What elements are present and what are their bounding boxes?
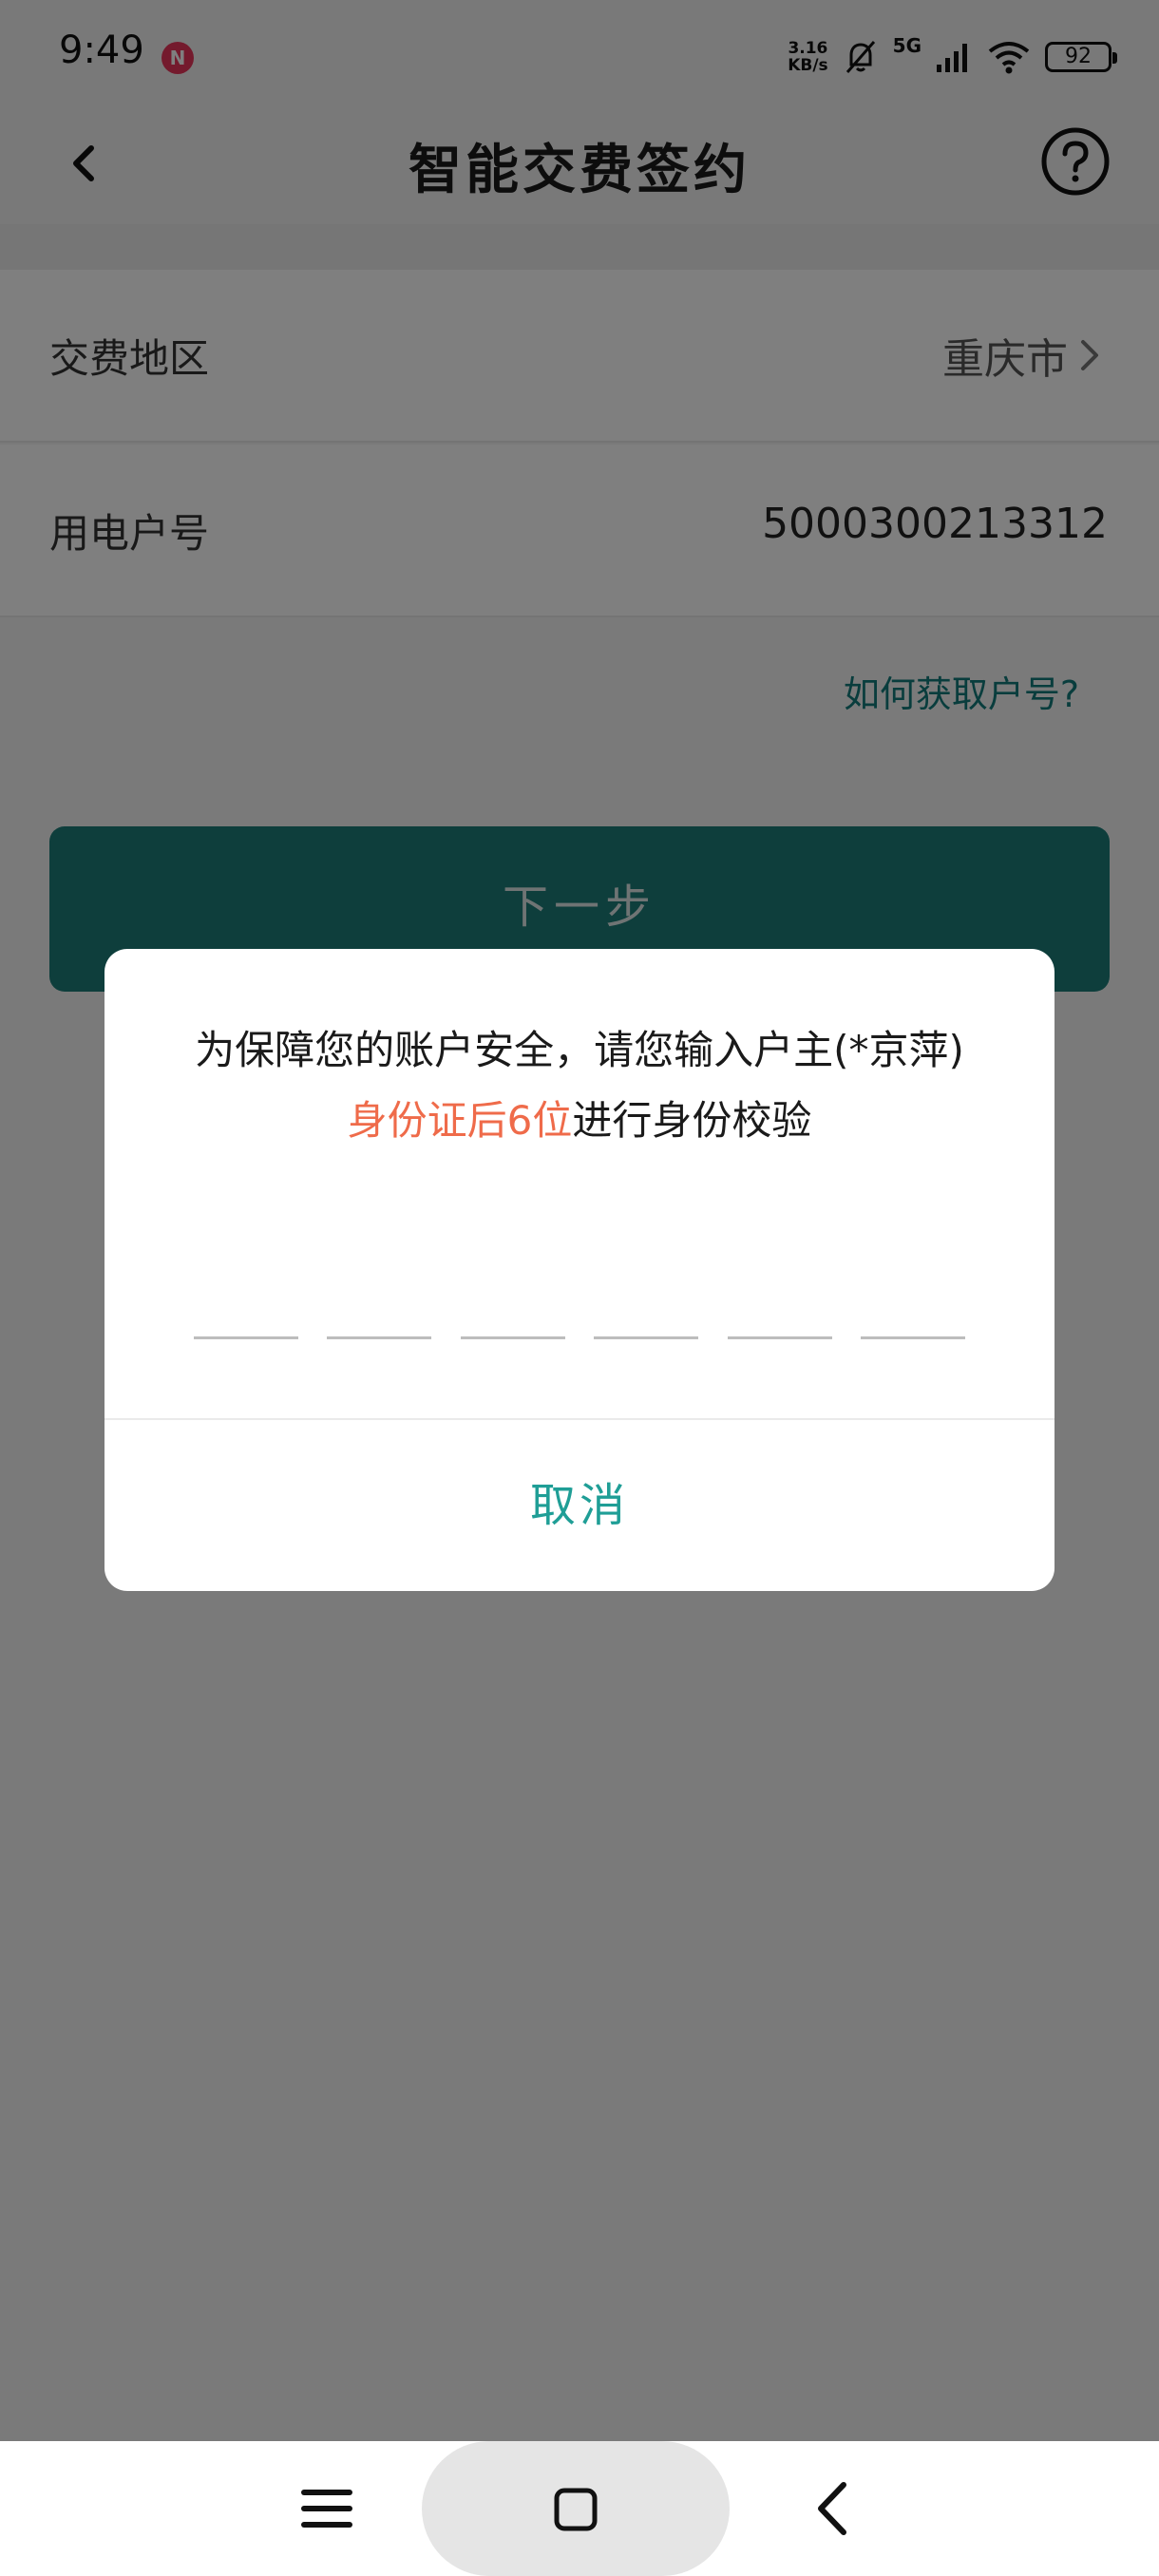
menu-icon[interactable]: [298, 2475, 355, 2542]
code-slot[interactable]: [194, 1336, 298, 1339]
home-square-icon[interactable]: [551, 2485, 600, 2534]
dialog-message-part2: 进行身份校验: [572, 1097, 812, 1144]
system-nav-bar: [0, 2441, 1159, 2576]
code-slot[interactable]: [727, 1336, 832, 1339]
back-chevron-icon[interactable]: [809, 2475, 857, 2542]
dialog-message: 为保障您的账户安全，请您输入户主(*京萍) 身份证后6位进行身份校验: [190, 1015, 969, 1156]
code-slot[interactable]: [327, 1336, 432, 1339]
cancel-button[interactable]: 取消: [104, 1420, 1054, 1591]
app-root: 9:49 N 3.16 KB/s 5G: [0, 0, 1159, 2576]
dialog-message-part1: 为保障您的账户安全，请您输入户主(*京萍): [195, 1027, 964, 1073]
id-verify-dialog: 为保障您的账户安全，请您输入户主(*京萍) 身份证后6位进行身份校验 取消: [104, 949, 1054, 1591]
code-slot[interactable]: [594, 1336, 699, 1339]
code-slot[interactable]: [460, 1336, 565, 1339]
code-slot[interactable]: [860, 1336, 965, 1339]
dialog-message-highlight: 身份证后6位: [347, 1097, 573, 1144]
id-code-input[interactable]: [194, 1336, 965, 1340]
